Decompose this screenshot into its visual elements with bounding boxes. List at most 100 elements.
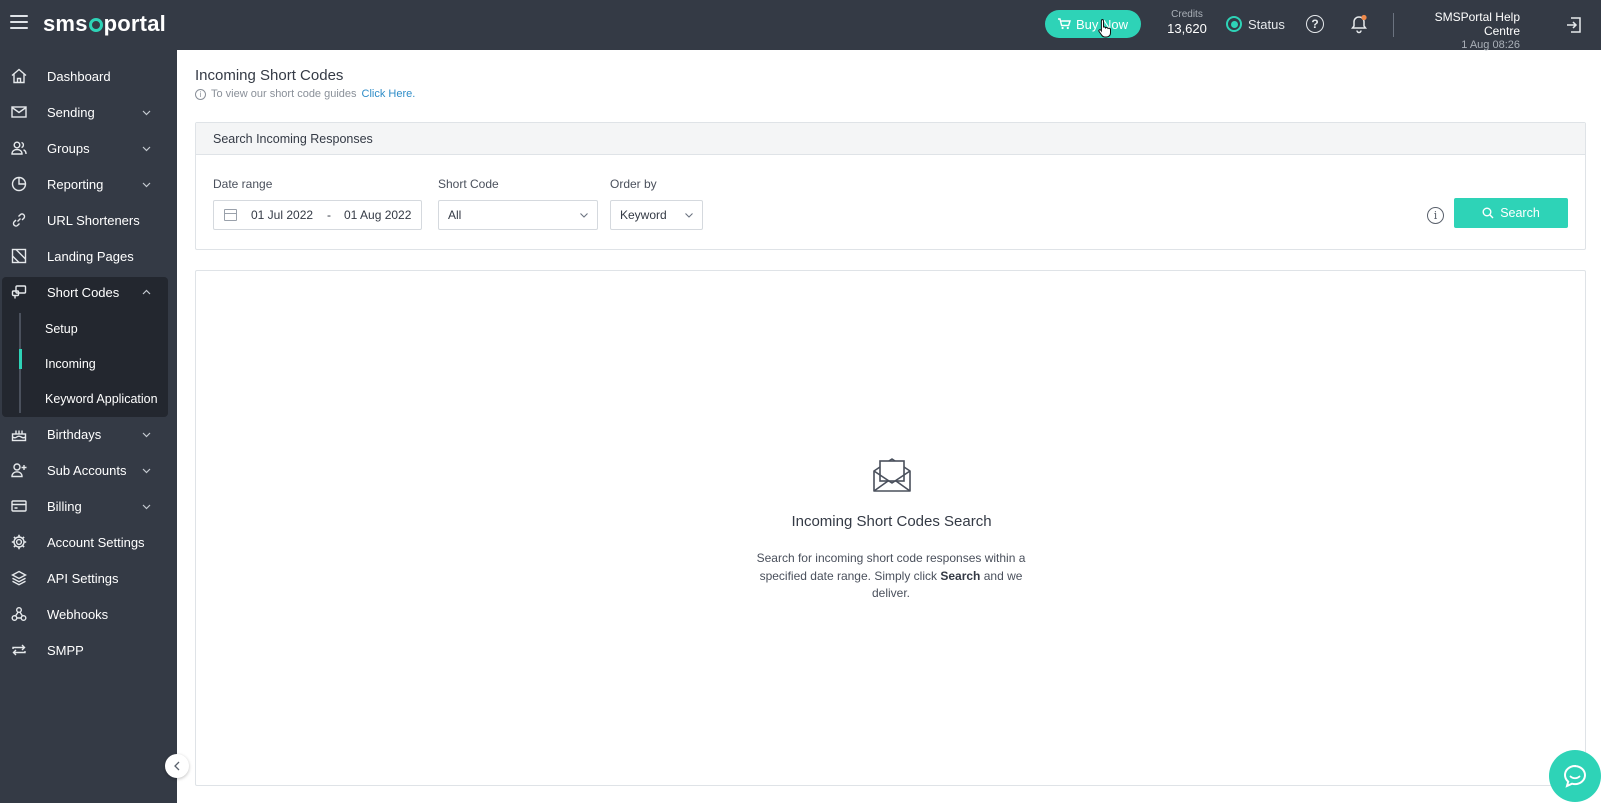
short-code-label: Short Code — [438, 177, 499, 191]
search-icon — [1482, 207, 1494, 219]
chevron-down-icon — [142, 432, 151, 438]
status-label: Status — [1248, 16, 1285, 32]
mouse-cursor-icon — [1098, 18, 1111, 38]
sidebar-item-birthdays[interactable]: Birthdays — [0, 416, 177, 452]
short-codes-icon — [11, 285, 27, 299]
layers-icon — [11, 570, 27, 586]
credit-card-icon — [11, 500, 27, 512]
date-separator: - — [327, 208, 331, 222]
sidebar-item-label: Sending — [47, 104, 95, 120]
sidebar-item-sending[interactable]: Sending — [0, 94, 177, 130]
credits-label: Credits — [1171, 9, 1203, 20]
sidebar-item-landing-pages[interactable]: Landing Pages — [0, 238, 177, 274]
sidebar: Dashboard Sending Groups Reporting URL S… — [0, 50, 177, 803]
credits-value: 13,620 — [1167, 21, 1207, 36]
order-by-label: Order by — [610, 177, 657, 191]
sidebar-item-smpp[interactable]: SMPP — [0, 632, 177, 668]
logout-icon[interactable] — [1564, 15, 1584, 35]
sidebar-item-label: Reporting — [47, 176, 104, 192]
chat-widget-button[interactable] — [1549, 750, 1601, 802]
bell-icon[interactable] — [1349, 14, 1369, 34]
status-dot-icon — [1226, 16, 1242, 32]
user-name: SMSPortal Help Centre — [1434, 10, 1520, 38]
sidebar-item-label: Landing Pages — [47, 248, 134, 264]
sidebar-item-dashboard[interactable]: Dashboard — [0, 58, 177, 94]
logo[interactable]: sms portal — [43, 11, 166, 37]
sidebar-item-api-settings[interactable]: API Settings — [0, 560, 177, 596]
search-panel: Search Incoming Responses Date range 01 … — [195, 122, 1586, 250]
chevron-down-icon — [142, 504, 151, 510]
sidebar-item-label: API Settings — [47, 570, 119, 586]
chevron-down-icon — [142, 468, 151, 474]
info-icon: i — [195, 88, 206, 100]
cart-icon — [1057, 18, 1071, 30]
search-panel-header: Search Incoming Responses — [196, 123, 1585, 155]
sidebar-item-label: Short Codes — [47, 284, 120, 300]
collapse-sidebar-button[interactable] — [165, 754, 189, 778]
sidebar-item-reporting[interactable]: Reporting — [0, 166, 177, 202]
status-button[interactable]: Status — [1226, 16, 1285, 32]
sidebar-item-label: Webhooks — [47, 606, 109, 622]
date-to-value: 01 Aug 2022 — [344, 208, 412, 222]
help-icon[interactable]: ? — [1306, 15, 1324, 33]
user-plus-icon — [11, 463, 27, 478]
landing-page-icon — [11, 248, 27, 264]
sidebar-item-label: URL Shorteners — [47, 212, 140, 228]
order-by-select[interactable]: Keyword — [610, 200, 703, 230]
link-icon — [12, 213, 26, 227]
cake-icon — [11, 430, 27, 442]
envelope-icon — [11, 106, 27, 118]
logo-o-mark — [88, 18, 103, 32]
sidebar-item-label: Dashboard — [47, 68, 111, 84]
order-by-value: Keyword — [620, 208, 667, 222]
empty-desc-bold: Search — [940, 568, 981, 583]
results-panel: Incoming Short Codes Search Search for i… — [195, 270, 1586, 786]
date-from-value: 01 Jul 2022 — [251, 208, 314, 222]
chevron-down-icon — [685, 213, 693, 218]
guide-link[interactable]: Click Here. — [362, 88, 416, 100]
date-range-picker[interactable]: 01 Jul 2022 - 01 Aug 2022 — [213, 200, 422, 230]
guide-text: To view our short code guides — [211, 88, 357, 100]
chevron-down-icon — [142, 146, 151, 152]
sidebar-item-label: Account Settings — [47, 534, 145, 550]
sidebar-item-label: SMPP — [47, 642, 84, 658]
sidebar-subitem-setup[interactable]: Setup — [45, 322, 78, 336]
sidebar-item-groups[interactable]: Groups — [0, 130, 177, 166]
sidebar-item-billing[interactable]: Billing — [0, 488, 177, 524]
header-divider — [1393, 13, 1394, 37]
buy-now-button[interactable]: Buy Now — [1045, 10, 1141, 38]
webhook-icon — [11, 607, 27, 621]
sidebar-item-label: Billing — [47, 498, 82, 514]
chevron-down-icon — [142, 110, 151, 116]
menu-icon[interactable] — [10, 15, 28, 33]
repeat-icon — [12, 644, 26, 656]
page-title: Incoming Short Codes — [195, 67, 344, 84]
sidebar-item-label: Birthdays — [47, 426, 102, 442]
user-menu[interactable]: SMSPortal Help Centre 1 Aug 08:26 — [1400, 10, 1520, 51]
chat-icon — [1563, 764, 1587, 788]
search-button[interactable]: Search — [1454, 198, 1568, 228]
users-icon — [11, 141, 27, 155]
sidebar-item-url-shorteners[interactable]: URL Shorteners — [0, 202, 177, 238]
sidebar-item-label: Groups — [47, 140, 90, 156]
chevron-up-icon — [142, 289, 151, 295]
short-code-select[interactable]: All — [438, 200, 598, 230]
open-envelope-icon — [873, 458, 911, 492]
gear-icon — [11, 534, 27, 550]
chevron-down-icon — [580, 213, 588, 218]
home-icon — [11, 68, 27, 84]
credits: Credits 13,620 — [1164, 9, 1210, 36]
sidebar-item-webhooks[interactable]: Webhooks — [0, 596, 177, 632]
sidebar-item-sub-accounts[interactable]: Sub Accounts — [0, 452, 177, 488]
sidebar-item-label: Sub Accounts — [47, 462, 127, 478]
info-icon[interactable]: i — [1427, 207, 1444, 224]
sidebar-item-account-settings[interactable]: Account Settings — [0, 524, 177, 560]
sidebar-subitem-keyword-application[interactable]: Keyword Application — [45, 392, 158, 406]
short-code-value: All — [448, 208, 462, 222]
empty-state-description: Search for incoming short code responses… — [751, 550, 1031, 603]
sidebar-subitem-incoming[interactable]: Incoming — [45, 357, 96, 371]
sidebar-item-short-codes[interactable]: Short Codes — [0, 274, 177, 310]
calendar-icon — [224, 209, 237, 221]
chevron-down-icon — [142, 182, 151, 188]
chevron-left-icon — [174, 761, 180, 771]
